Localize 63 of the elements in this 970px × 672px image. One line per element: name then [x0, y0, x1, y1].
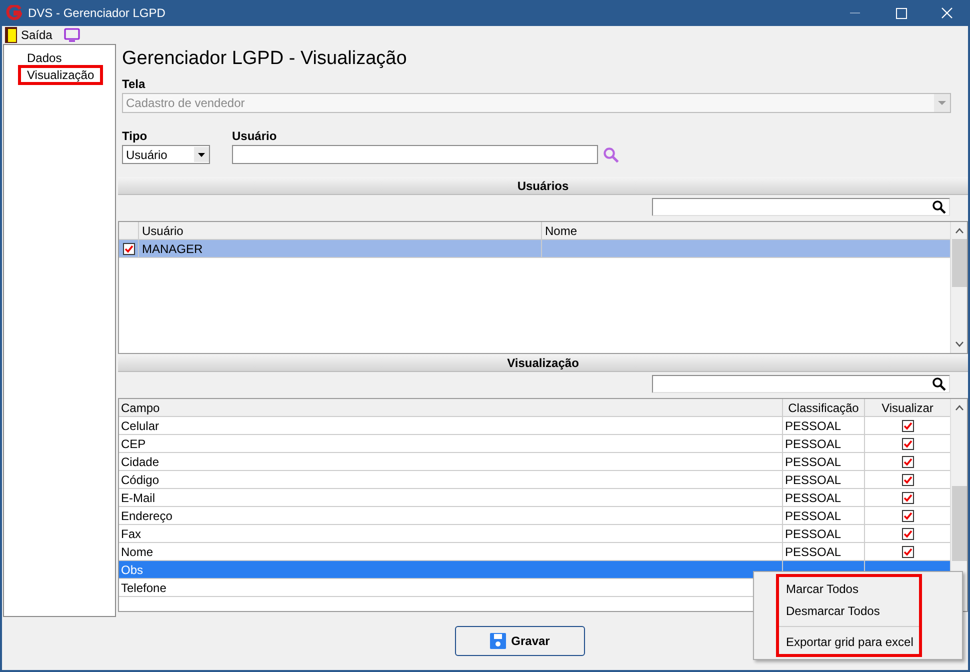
table-cell: Nome	[119, 543, 783, 560]
column-header[interactable]: Nome	[542, 222, 950, 239]
table-cell: Celular	[119, 417, 783, 434]
tree-item[interactable]: Visualização	[18, 65, 104, 85]
field-label: Usuário	[232, 129, 278, 143]
page-heading: Gerenciador LGPD - Visualização	[121, 47, 408, 71]
table-cell: CEP	[119, 435, 783, 452]
column-header[interactable]: Visualizar	[865, 399, 950, 416]
scrollbar[interactable]	[950, 222, 967, 353]
checked-checkbox[interactable]	[902, 456, 914, 468]
checked-checkbox[interactable]	[902, 546, 914, 558]
column-header[interactable]: Usuário	[139, 222, 542, 239]
checked-checkbox[interactable]	[902, 510, 914, 522]
table-cell: PESSOAL	[783, 435, 865, 452]
user-input-field[interactable]	[232, 145, 598, 164]
menu-item[interactable]: Desmarcar Todos	[779, 600, 919, 622]
search-field[interactable]	[652, 375, 950, 393]
table-cell: PESSOAL	[783, 543, 865, 560]
table-cell: PESSOAL	[783, 417, 865, 434]
door-icon[interactable]	[5, 27, 17, 43]
menu-item[interactable]: Saída	[21, 26, 52, 44]
table-cell: Endereço	[119, 507, 783, 524]
section-header: Usuários	[118, 177, 968, 195]
checked-checkbox[interactable]	[902, 438, 914, 450]
table-cell: PESSOAL	[783, 489, 865, 506]
table-row[interactable]: Código PESSOAL	[119, 471, 950, 489]
section-header: Visualização	[118, 354, 968, 372]
checked-checkbox[interactable]	[902, 528, 914, 540]
checked-checkbox[interactable]	[902, 420, 914, 432]
search-icon[interactable]	[932, 200, 946, 214]
table-cell: Fax	[119, 525, 783, 542]
type-dropdown[interactable]: Usuário	[122, 145, 210, 164]
table-cell: PESSOAL	[783, 453, 865, 470]
table-row[interactable]: E-Mail PESSOAL	[119, 489, 950, 507]
table-row[interactable]: Endereço PESSOAL	[119, 507, 950, 525]
table-row[interactable]: CEP PESSOAL	[119, 435, 950, 453]
field-label: Tipo	[122, 129, 148, 143]
table-row[interactable]: Celular PESSOAL	[119, 417, 950, 435]
menu-item[interactable]: Exportar grid para excel	[779, 631, 919, 653]
table-row[interactable]: MANAGER	[119, 240, 950, 258]
search-field[interactable]	[652, 198, 950, 216]
table-row[interactable]: Nome PESSOAL	[119, 543, 950, 561]
app-logo-icon	[6, 5, 22, 21]
table-cell: E-Mail	[119, 489, 783, 506]
table-cell: Código	[119, 471, 783, 488]
save-button[interactable]: Gravar	[455, 626, 585, 656]
search-icon[interactable]	[932, 377, 946, 391]
checked-checkbox[interactable]	[902, 492, 914, 504]
table-row[interactable]: Fax PESSOAL	[119, 525, 950, 543]
column-header[interactable]: Classificação	[783, 399, 865, 416]
window-title: DVS - Gerenciador LGPD	[28, 5, 166, 22]
checked-checkbox[interactable]	[902, 474, 914, 486]
column-header[interactable]: Campo	[119, 399, 783, 416]
table-cell: PESSOAL	[783, 471, 865, 488]
monitor-icon[interactable]	[64, 28, 80, 42]
tree-item[interactable]: Dados	[18, 48, 71, 65]
table-cell: Cidade	[119, 453, 783, 470]
table-cell: MANAGER	[139, 240, 542, 257]
table-row[interactable]: Cidade PESSOAL	[119, 453, 950, 471]
checked-checkbox[interactable]	[122, 242, 134, 254]
table-cell: PESSOAL	[783, 507, 865, 524]
field-label: Tela	[121, 77, 146, 91]
table-cell: PESSOAL	[783, 525, 865, 542]
